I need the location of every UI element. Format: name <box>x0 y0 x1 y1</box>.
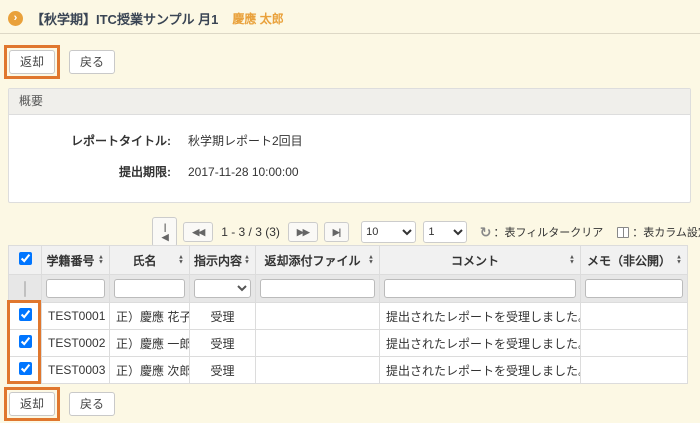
first-page-button[interactable]: |◀ <box>152 217 177 247</box>
cell-instruction: 受理 <box>190 303 256 330</box>
next-page-button[interactable]: ▶▶ <box>288 222 318 242</box>
report-title-value: 秋学期レポート2回目 <box>188 132 303 150</box>
column-header-name[interactable]: 氏名▲▼ <box>110 246 190 275</box>
sort-icon[interactable]: ▲▼ <box>98 256 104 265</box>
cell-student-id: TEST0001 <box>42 303 110 330</box>
filter-checkbox-placeholder <box>24 281 26 297</box>
table-row: TEST0002 正）慶應 一郎 受理 提出されたレポートを受理しました。 <box>9 330 688 357</box>
table-row: TEST0003 正）慶應 次郎 受理 提出されたレポートを受理しました。 <box>9 357 688 384</box>
overview-panel-title: 概要 <box>9 89 690 115</box>
refresh-icon[interactable]: ↻ <box>480 225 492 239</box>
pagination-range-text: 1 - 3 / 3 (3) <box>221 225 280 239</box>
annotation-highlight: 返却 <box>4 45 60 79</box>
cell-instruction: 受理 <box>190 357 256 384</box>
top-button-row: 返却 戻る <box>4 45 115 79</box>
sort-icon[interactable]: ▲▼ <box>178 256 184 265</box>
cell-attachment <box>256 303 380 330</box>
sort-icon[interactable]: ▲▼ <box>676 256 682 265</box>
table-filter-row <box>9 275 688 303</box>
bottom-button-row: 返却 戻る <box>4 387 115 421</box>
filter-memo-input[interactable] <box>585 279 683 298</box>
header-divider <box>0 33 700 34</box>
row-checkbox[interactable] <box>19 362 32 375</box>
cell-memo <box>581 330 688 357</box>
report-title-label: レポートタイトル: <box>9 132 171 150</box>
cell-attachment <box>256 357 380 384</box>
current-page-select[interactable]: 1 <box>423 221 466 243</box>
annotation-highlight: 返却 <box>4 387 60 421</box>
cell-comment: 提出されたレポートを受理しました。 <box>380 330 581 357</box>
return-button-top[interactable]: 返却 <box>9 50 55 74</box>
breadcrumb-arrow-icon: › <box>8 11 23 26</box>
deadline-value: 2017-11-28 10:00:00 <box>188 163 299 181</box>
column-header-student-id[interactable]: 学籍番号▲▼ <box>42 246 110 275</box>
column-header-comment[interactable]: コメント▲▼ <box>380 246 581 275</box>
filter-instruction-select[interactable] <box>194 279 251 298</box>
pagination-toolbar: |◀ ◀◀ 1 - 3 / 3 (3) ▶▶ ▶| 10 1 ↻ ：表フィルター… <box>152 217 700 247</box>
user-name: 慶應 太郎 <box>232 10 283 27</box>
filter-attachment-input[interactable] <box>260 279 375 298</box>
student-table: 学籍番号▲▼ 氏名▲▼ 指示内容▲▼ 返却添付ファイル▲▼ コメント▲▼ メモ（… <box>8 245 688 384</box>
filter-name-input[interactable] <box>114 279 185 298</box>
prev-page-button[interactable]: ◀◀ <box>183 222 213 242</box>
sort-icon[interactable]: ▲▼ <box>569 256 575 265</box>
deadline-label: 提出期限: <box>9 163 171 181</box>
return-button-bottom[interactable]: 返却 <box>9 392 55 416</box>
back-button-top[interactable]: 戻る <box>69 50 115 74</box>
cell-memo <box>581 357 688 384</box>
filter-student-id-input[interactable] <box>46 279 105 298</box>
cell-memo <box>581 303 688 330</box>
sort-icon[interactable]: ▲▼ <box>368 256 374 265</box>
cell-name: 正）慶應 花子 <box>110 303 190 330</box>
column-header-memo[interactable]: メモ（非公開）▲▼ <box>581 246 688 275</box>
overview-panel: 概要 レポートタイトル: 秋学期レポート2回目 提出期限: 2017-11-28… <box>8 88 691 203</box>
table-header-row: 学籍番号▲▼ 氏名▲▼ 指示内容▲▼ 返却添付ファイル▲▼ コメント▲▼ メモ（… <box>9 246 688 275</box>
back-button-bottom[interactable]: 戻る <box>69 392 115 416</box>
cell-attachment <box>256 330 380 357</box>
column-settings-icon[interactable] <box>617 227 629 238</box>
page-title: 【秋学期】ITC授業サンプル 月1 <box>31 9 218 28</box>
column-header-instruction[interactable]: 指示内容▲▼ <box>190 246 256 275</box>
filter-comment-input[interactable] <box>384 279 576 298</box>
report-title-field: レポートタイトル: 秋学期レポート2回目 <box>9 132 690 150</box>
cell-student-id: TEST0002 <box>42 330 110 357</box>
cell-name: 正）慶應 次郎 <box>110 357 190 384</box>
column-header-attachment[interactable]: 返却添付ファイル▲▼ <box>256 246 380 275</box>
table-row: TEST0001 正）慶應 花子 受理 提出されたレポートを受理しました。 <box>9 303 688 330</box>
last-page-button[interactable]: ▶| <box>324 222 349 242</box>
cell-comment: 提出されたレポートを受理しました。 <box>380 303 581 330</box>
deadline-field: 提出期限: 2017-11-28 10:00:00 <box>9 163 690 181</box>
cell-instruction: 受理 <box>190 330 256 357</box>
page-size-select[interactable]: 10 <box>361 221 416 243</box>
page-header: › 【秋学期】ITC授業サンプル 月1 慶應 太郎 <box>8 9 692 28</box>
filter-clear-label: ：表フィルタークリア <box>493 224 603 240</box>
cell-student-id: TEST0003 <box>42 357 110 384</box>
row-checkbox[interactable] <box>19 308 32 321</box>
row-checkbox[interactable] <box>19 335 32 348</box>
sort-icon[interactable]: ▲▼ <box>244 256 250 265</box>
cell-name: 正）慶應 一郎 <box>110 330 190 357</box>
column-settings-label: ：表カラム設定 <box>632 224 700 240</box>
cell-comment: 提出されたレポートを受理しました。 <box>380 357 581 384</box>
select-all-checkbox[interactable] <box>19 252 32 265</box>
